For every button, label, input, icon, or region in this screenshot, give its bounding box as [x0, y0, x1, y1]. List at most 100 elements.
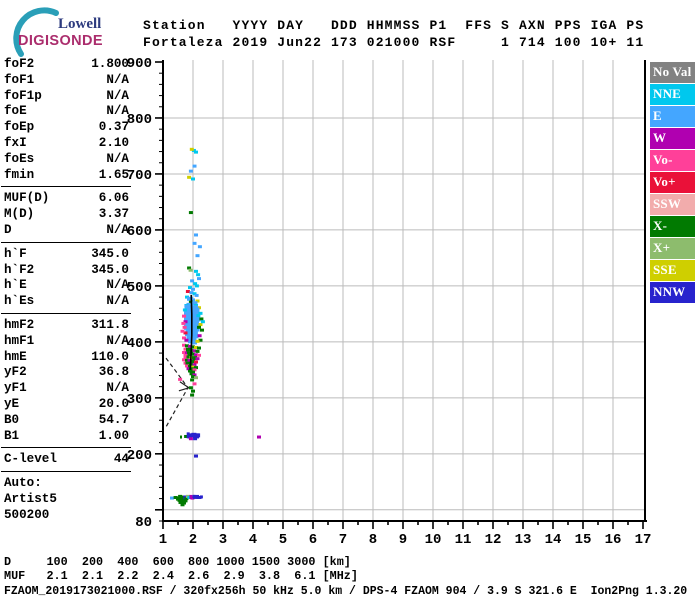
parameter-label: B0	[4, 413, 19, 429]
legend-item-nne: NNE	[650, 84, 695, 105]
y-tick-label: 700	[127, 168, 152, 184]
echo-point	[197, 326, 201, 329]
legend-item-nnw: NNW	[650, 282, 695, 303]
parameter-label: yF2	[4, 365, 27, 381]
echo-point	[189, 437, 193, 440]
panel-separator	[1, 471, 131, 472]
parameter-label: B1	[4, 429, 19, 445]
echo-point	[193, 242, 197, 245]
parameter-row: foF2 1.800	[4, 57, 129, 73]
x-tick-label: 5	[279, 532, 287, 548]
parameter-row: h`F2345.0	[4, 263, 129, 279]
parameter-row: h`EsN/A	[4, 294, 129, 310]
parameter-label: Artist5	[4, 492, 57, 508]
parameter-label: yE	[4, 397, 19, 413]
parameter-row: fmin1.65	[4, 168, 129, 184]
parameter-label: foF1	[4, 73, 34, 89]
y-tick-label: 200	[127, 448, 152, 464]
parameter-row: M(D)3.37	[4, 207, 129, 223]
parameter-label: foF2	[4, 57, 34, 73]
parameter-value: 1.00	[99, 429, 129, 445]
legend-item-ssw: SSW	[650, 194, 695, 215]
legend-item-no-val: No Val	[650, 62, 695, 83]
parameter-row: DN/A	[4, 223, 129, 239]
echo-point	[191, 177, 195, 180]
parameter-label: h`F	[4, 247, 27, 263]
footer-info: FZAOM_2019173021000.RSF / 320fx256h 50 k…	[4, 585, 687, 598]
echo-point	[182, 315, 186, 318]
parameter-row: B1 1.00	[4, 429, 129, 445]
parameter-row: foF1N/A	[4, 73, 129, 89]
y-tick-label: 500	[127, 280, 152, 296]
echo-classification-legend: No ValNNEEWVo-Vo+SSWX-X+SSENNW	[650, 62, 695, 304]
legend-item-w: W	[650, 128, 695, 149]
x-tick-label: 11	[455, 532, 472, 548]
parameter-row: yF1N/A	[4, 381, 129, 397]
x-tick-label: 14	[545, 532, 562, 548]
model-profile-dashed-line	[166, 358, 189, 427]
echo-point	[180, 436, 182, 439]
parameter-row: foEsN/A	[4, 152, 129, 168]
scaled-parameters-panel: foF21.800foF1N/AfoF1pN/AfoEN/AfoEp0.37fx…	[4, 57, 129, 524]
parameter-value: N/A	[106, 278, 129, 294]
parameter-value: 1.800	[91, 57, 129, 73]
echo-point	[191, 288, 195, 291]
echo-point	[196, 433, 200, 437]
x-tick-label: 6	[309, 532, 317, 548]
muf-row: MUF 2.1 2.1 2.2 2.4 2.6 2.9 3.8 6.1 [MHz…	[4, 570, 358, 583]
parameter-value: 54.7	[99, 413, 129, 429]
echo-point	[170, 497, 174, 500]
header-field-values: Fortaleza 2019 Jun22 173 021000 RSF 1 71…	[143, 35, 644, 50]
x-tick-label: 10	[425, 532, 442, 548]
x-tick-label: 4	[249, 532, 257, 548]
echo-point	[199, 323, 203, 326]
parameter-row: Auto:	[4, 476, 129, 492]
echo-point	[190, 394, 194, 397]
parameter-value: N/A	[106, 89, 129, 105]
echo-point	[189, 211, 193, 214]
x-tick-label: 12	[485, 532, 502, 548]
echo-point	[196, 357, 200, 360]
parameter-row: 500200	[4, 508, 129, 524]
echo-point	[193, 382, 197, 385]
parameter-value: N/A	[106, 223, 129, 239]
parameter-value: 6.06	[99, 191, 129, 207]
y-tick-label: 80	[135, 515, 152, 531]
echo-point	[181, 322, 185, 325]
echo-point	[186, 290, 190, 293]
x-tick-label: 16	[605, 532, 622, 548]
parameter-label: MUF(D)	[4, 191, 49, 207]
parameter-label: fmin	[4, 168, 34, 184]
echo-point	[190, 279, 194, 282]
echo-point	[187, 176, 191, 179]
x-tick-label: 1	[159, 532, 167, 548]
parameter-label: fxI	[4, 136, 27, 152]
parameter-value: N/A	[106, 294, 129, 310]
parameter-row: hmF2311.8	[4, 318, 129, 334]
parameter-value: N/A	[106, 334, 129, 350]
echo-point	[198, 334, 202, 337]
x-tick-label: 13	[515, 532, 532, 548]
echo-point	[184, 339, 188, 342]
echo-point	[197, 277, 201, 280]
echo-point	[195, 284, 199, 287]
echo-point	[189, 386, 193, 389]
echo-point	[196, 254, 200, 257]
parameter-row: fxI2.10	[4, 136, 129, 152]
echo-point	[178, 378, 182, 381]
parameter-label: Auto:	[4, 476, 42, 492]
parameter-value: 0.37	[99, 120, 129, 136]
parameter-label: yF1	[4, 381, 27, 397]
y-tick-label: 900	[127, 56, 152, 72]
echo-point	[201, 320, 205, 323]
echo-point	[197, 354, 201, 357]
distance-row: D 100 200 400 600 800 1000 1500 3000 [km…	[4, 556, 351, 569]
parameter-row: yF236.8	[4, 365, 129, 381]
plot-axes	[155, 60, 647, 529]
y-tick-label: 300	[127, 392, 152, 408]
parameter-value: 311.8	[91, 318, 129, 334]
parameter-row: h`F345.0	[4, 247, 129, 263]
parameter-row: hmE110.0	[4, 350, 129, 366]
logo-text-digisonde: DIGISONDE	[18, 33, 103, 49]
echo-scatter-points	[170, 148, 261, 506]
